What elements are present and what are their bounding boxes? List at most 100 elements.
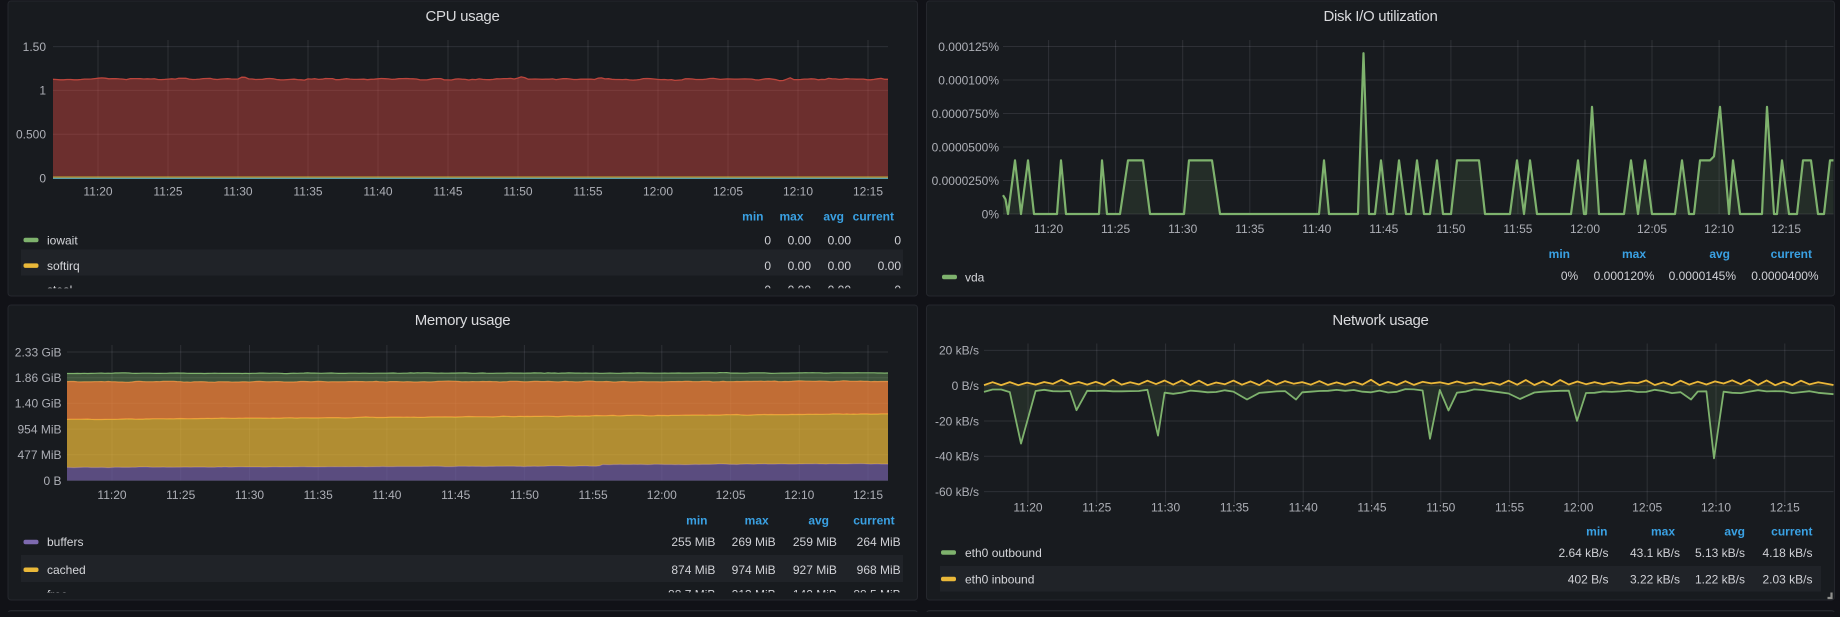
- svg-text:11:35: 11:35: [304, 488, 333, 502]
- svg-text:12:10: 12:10: [1704, 222, 1734, 236]
- svg-text:11:25: 11:25: [1082, 501, 1111, 515]
- svg-text:12:10: 12:10: [783, 184, 813, 198]
- svg-text:12:00: 12:00: [643, 184, 673, 198]
- svg-text:-40 kB/s: -40 kB/s: [935, 450, 979, 464]
- svg-text:12:00: 12:00: [1570, 222, 1600, 236]
- svg-text:12:00: 12:00: [647, 488, 677, 502]
- svg-text:buffers: buffers: [47, 535, 83, 549]
- svg-text:974 MiB: 974 MiB: [732, 563, 776, 577]
- svg-text:11:40: 11:40: [1302, 222, 1331, 236]
- svg-text:43.1 kB/s: 43.1 kB/s: [1630, 546, 1680, 560]
- svg-text:11:45: 11:45: [441, 488, 470, 502]
- svg-text:11:55: 11:55: [573, 184, 602, 198]
- svg-text:0.0000750%: 0.0000750%: [932, 107, 1000, 121]
- svg-text:eth0 inbound: eth0 inbound: [965, 572, 1034, 586]
- svg-text:11:20: 11:20: [1013, 501, 1042, 515]
- svg-text:11:30: 11:30: [223, 184, 252, 198]
- svg-text:eth0 outbound: eth0 outbound: [965, 546, 1042, 560]
- svg-text:11:25: 11:25: [166, 488, 195, 502]
- svg-text:0: 0: [894, 233, 901, 247]
- svg-text:11:45: 11:45: [1369, 222, 1398, 236]
- svg-text:11:30: 11:30: [235, 488, 264, 502]
- svg-text:min: min: [742, 209, 763, 223]
- svg-text:12:15: 12:15: [1770, 501, 1800, 515]
- svg-text:Disk I/O utilization: Disk I/O utilization: [1323, 8, 1437, 25]
- svg-text:current: current: [853, 209, 894, 223]
- svg-text:954 MiB: 954 MiB: [17, 422, 61, 436]
- svg-text:402 B/s: 402 B/s: [1568, 572, 1609, 586]
- svg-text:2.03 kB/s: 2.03 kB/s: [1762, 572, 1812, 586]
- svg-text:12:15: 12:15: [1771, 222, 1801, 236]
- svg-text:477 MiB: 477 MiB: [17, 448, 61, 462]
- svg-text:0%: 0%: [1561, 269, 1579, 283]
- svg-text:11:30: 11:30: [1151, 501, 1180, 515]
- svg-text:4.18 kB/s: 4.18 kB/s: [1762, 546, 1812, 560]
- svg-text:Memory usage: Memory usage: [415, 312, 511, 329]
- svg-text:11:40: 11:40: [1289, 501, 1318, 515]
- svg-text:-60 kB/s: -60 kB/s: [935, 485, 979, 499]
- svg-text:927 MiB: 927 MiB: [793, 563, 837, 577]
- svg-text:11:30: 11:30: [1168, 222, 1197, 236]
- svg-text:12:10: 12:10: [784, 488, 814, 502]
- svg-text:current: current: [1771, 247, 1812, 261]
- svg-text:264 MiB: 264 MiB: [857, 535, 901, 549]
- svg-text:avg: avg: [823, 209, 844, 223]
- svg-text:11:55: 11:55: [1503, 222, 1532, 236]
- svg-text:min: min: [1549, 247, 1570, 261]
- svg-text:20 kB/s: 20 kB/s: [939, 344, 979, 358]
- svg-text:12:00: 12:00: [1563, 501, 1593, 515]
- svg-text:5.13 kB/s: 5.13 kB/s: [1695, 546, 1745, 560]
- svg-text:11:40: 11:40: [372, 488, 401, 502]
- svg-text:0: 0: [764, 233, 771, 247]
- svg-text:0.000125%: 0.000125%: [938, 40, 999, 54]
- svg-text:0.00: 0.00: [828, 233, 852, 247]
- svg-text:avg: avg: [1709, 247, 1730, 261]
- svg-text:11:20: 11:20: [1034, 222, 1063, 236]
- svg-text:11:25: 11:25: [1101, 222, 1130, 236]
- svg-text:12:15: 12:15: [853, 488, 883, 502]
- svg-text:1: 1: [39, 84, 46, 98]
- svg-text:-20 kB/s: -20 kB/s: [935, 414, 979, 428]
- svg-text:11:35: 11:35: [293, 184, 322, 198]
- svg-text:cached: cached: [47, 563, 86, 577]
- svg-text:255 MiB: 255 MiB: [671, 535, 715, 549]
- svg-text:0.00: 0.00: [828, 259, 852, 273]
- svg-text:max: max: [1651, 524, 1675, 538]
- svg-text:12:05: 12:05: [716, 488, 746, 502]
- svg-text:max: max: [1622, 247, 1646, 261]
- svg-text:12:05: 12:05: [1632, 501, 1662, 515]
- svg-text:11:35: 11:35: [1235, 222, 1264, 236]
- svg-text:12:05: 12:05: [1637, 222, 1667, 236]
- svg-text:1.86 GiB: 1.86 GiB: [15, 371, 62, 385]
- svg-text:11:35: 11:35: [1220, 501, 1249, 515]
- svg-text:Network usage: Network usage: [1332, 312, 1428, 329]
- svg-text:11:55: 11:55: [1495, 501, 1524, 515]
- svg-text:3.22 kB/s: 3.22 kB/s: [1630, 572, 1680, 586]
- svg-text:12:15: 12:15: [853, 184, 883, 198]
- svg-text:iowait: iowait: [47, 233, 78, 247]
- svg-text:0: 0: [39, 171, 46, 185]
- svg-text:0 B/s: 0 B/s: [952, 379, 979, 393]
- svg-text:12:05: 12:05: [713, 184, 743, 198]
- svg-text:1.50: 1.50: [23, 40, 47, 54]
- svg-text:0.500: 0.500: [16, 128, 46, 142]
- svg-text:0: 0: [764, 259, 771, 273]
- svg-text:0.0000400%: 0.0000400%: [1751, 269, 1819, 283]
- svg-text:CPU usage: CPU usage: [425, 8, 499, 25]
- svg-text:11:25: 11:25: [153, 184, 182, 198]
- svg-text:1.22 kB/s: 1.22 kB/s: [1695, 572, 1745, 586]
- svg-text:0.0000250%: 0.0000250%: [932, 174, 1000, 188]
- svg-text:0.000100%: 0.000100%: [938, 73, 999, 87]
- svg-text:2.64 kB/s: 2.64 kB/s: [1558, 546, 1608, 560]
- svg-text:min: min: [686, 513, 707, 527]
- svg-text:11:45: 11:45: [433, 184, 462, 198]
- svg-text:0.00: 0.00: [788, 233, 812, 247]
- svg-text:vda: vda: [965, 270, 985, 284]
- svg-text:1.40 GiB: 1.40 GiB: [15, 397, 62, 411]
- svg-text:11:20: 11:20: [97, 488, 126, 502]
- svg-text:0.0000500%: 0.0000500%: [932, 140, 1000, 154]
- svg-text:0.0000145%: 0.0000145%: [1669, 269, 1737, 283]
- svg-text:11:50: 11:50: [510, 488, 539, 502]
- svg-text:max: max: [779, 209, 803, 223]
- svg-text:874 MiB: 874 MiB: [671, 563, 715, 577]
